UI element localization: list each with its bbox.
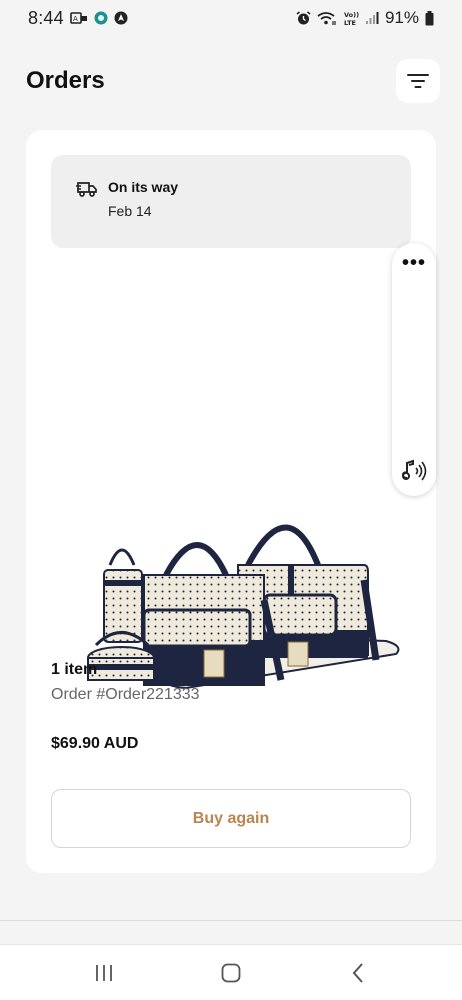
music-sound-icon[interactable] bbox=[399, 456, 429, 486]
svg-text:LTE: LTE bbox=[344, 19, 356, 26]
status-bar: 8:44 A Vo)) LTE 91% bbox=[0, 0, 462, 36]
signal-icon bbox=[365, 12, 379, 24]
delivery-status-date: Feb 14 bbox=[108, 203, 152, 219]
svg-text:Vo)): Vo)) bbox=[344, 11, 359, 19]
camera-app-icon bbox=[94, 11, 108, 25]
delivery-status-title: On its way bbox=[108, 179, 179, 195]
order-price: $69.90 AUD bbox=[51, 735, 139, 752]
usb-debug-icon: A bbox=[70, 12, 87, 24]
back-button[interactable] bbox=[338, 953, 378, 993]
alarm-icon bbox=[296, 10, 311, 24]
navigation-app-icon bbox=[114, 11, 128, 25]
more-options-button[interactable]: ••• bbox=[392, 253, 436, 273]
item-count: 1 item bbox=[51, 661, 98, 678]
delivery-truck-icon bbox=[76, 182, 97, 197]
system-nav-bar bbox=[0, 944, 462, 1000]
order-number: Order #Order221333 bbox=[51, 686, 200, 703]
recent-apps-button[interactable] bbox=[84, 953, 124, 993]
status-right: Vo)) LTE 91% bbox=[296, 8, 434, 28]
header: Orders bbox=[0, 56, 462, 106]
filter-button[interactable] bbox=[396, 59, 440, 103]
buy-again-button[interactable]: Buy again bbox=[51, 789, 411, 848]
delivery-status-box: On its way Feb 14 bbox=[51, 155, 411, 248]
filter-icon bbox=[407, 74, 429, 88]
divider bbox=[0, 920, 462, 921]
page-title: Orders bbox=[26, 67, 105, 94]
back-icon bbox=[352, 962, 364, 983]
volte-icon: Vo)) LTE bbox=[344, 11, 359, 26]
svg-text:A: A bbox=[73, 15, 78, 23]
recent-apps-icon bbox=[95, 964, 112, 981]
battery-percent: 91% bbox=[384, 8, 419, 27]
order-card[interactable]: On its way Feb 14 1 item Order #Order221… bbox=[26, 130, 436, 873]
home-icon bbox=[221, 963, 241, 982]
wifi-icon bbox=[317, 11, 336, 25]
product-image[interactable] bbox=[26, 280, 436, 710]
home-button[interactable] bbox=[211, 953, 251, 993]
status-left: 8:44 A bbox=[28, 8, 128, 29]
floating-side-panel[interactable]: ••• bbox=[392, 243, 436, 496]
status-time: 8:44 bbox=[28, 7, 64, 28]
battery-icon bbox=[425, 10, 434, 25]
